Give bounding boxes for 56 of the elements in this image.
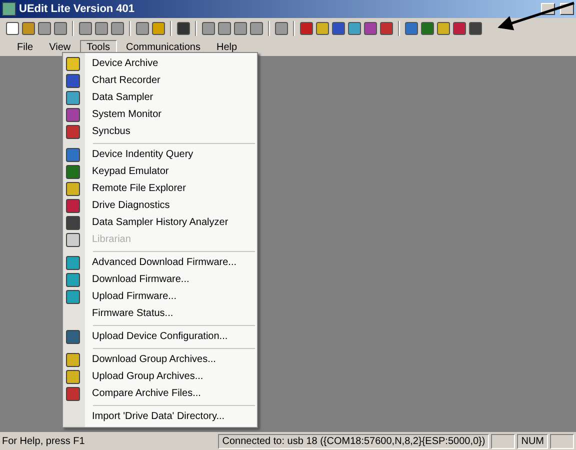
toolbar-icon[interactable] [22,22,35,34]
menu-entry[interactable]: Import 'Drive Data' Directory... [63,408,257,425]
toolbar-icon[interactable] [453,22,466,34]
menu-item[interactable]: File [10,40,40,54]
help-text: For Help, press F1 [2,436,86,446]
window-title: UEdit Lite Version 401 [19,3,136,15]
menu-entry[interactable]: Download Firmware... [63,271,257,288]
toolbar-icon[interactable] [421,22,434,34]
menu-entry[interactable]: Upload Group Archives... [63,368,257,385]
toolbar-icon[interactable] [79,22,92,34]
toolbar-icon[interactable] [250,22,263,34]
toolbar-icon[interactable] [218,22,231,34]
toolbar-icon[interactable] [6,22,19,34]
app-icon [2,2,16,16]
menu-entry[interactable]: Drive Diagnostics [63,197,257,214]
menu-entry[interactable]: Device Indentity Query [63,146,257,163]
menu-entry[interactable]: Device Archive [63,55,257,72]
menu-entry[interactable]: Advanced Download Firmware... [63,254,257,271]
toolbar-icon[interactable] [136,22,149,34]
toolbar-icon[interactable] [332,22,345,34]
toolbar-icon[interactable] [316,22,329,34]
menu-entry[interactable]: Keypad Emulator [63,163,257,180]
status-panel [491,434,516,448]
toolbar-icon[interactable] [95,22,108,34]
toolbar-icon[interactable] [38,22,51,34]
menu-entry[interactable]: Upload Firmware... [63,288,257,305]
menu-item[interactable]: View [42,40,78,54]
toolbar-icon[interactable] [437,22,450,34]
connection-status: Connected to: usb 18 ({COM18:57600,N,8,2}{ESP:5000,0}) [218,434,490,448]
menu-item[interactable]: Help [209,40,244,54]
menu-entry[interactable]: Remote File Explorer [63,180,257,197]
toolbar-icon[interactable] [469,22,482,34]
menu-item[interactable]: Communications [118,40,208,54]
toolbar-icon[interactable] [234,22,247,34]
toolbar-icon[interactable] [300,22,313,34]
menu-entry[interactable]: Download Group Archives... [63,351,257,368]
toolbar-icon[interactable] [54,22,67,34]
menu-entry[interactable]: System Monitor [63,106,257,123]
menu-entry[interactable]: Chart Recorder [63,72,257,89]
toolbar-icon[interactable] [275,22,288,34]
toolbar-icon[interactable] [202,22,215,34]
menu-entry[interactable]: Syncbus [63,123,257,140]
toolbar-icon[interactable] [177,22,190,34]
toolbar-icon[interactable] [405,22,418,34]
toolbar-icon[interactable] [364,22,377,34]
toolbar-icon[interactable] [380,22,393,34]
toolbar-icon[interactable] [152,22,165,34]
menu-entry[interactable]: Data Sampler [63,89,257,106]
menu-entry[interactable]: Upload Device Configuration... [63,328,257,345]
status-panel [550,434,574,448]
menu-entry[interactable]: Compare Archive Files... [63,385,257,402]
toolbar-icon[interactable] [348,22,361,34]
toolbar-icon[interactable] [111,22,124,34]
menu-entry[interactable]: Data Sampler History Analyzer [63,214,257,231]
num-lock-indicator: NUM [517,434,548,448]
menu-entry[interactable]: Firmware Status... [63,305,257,322]
